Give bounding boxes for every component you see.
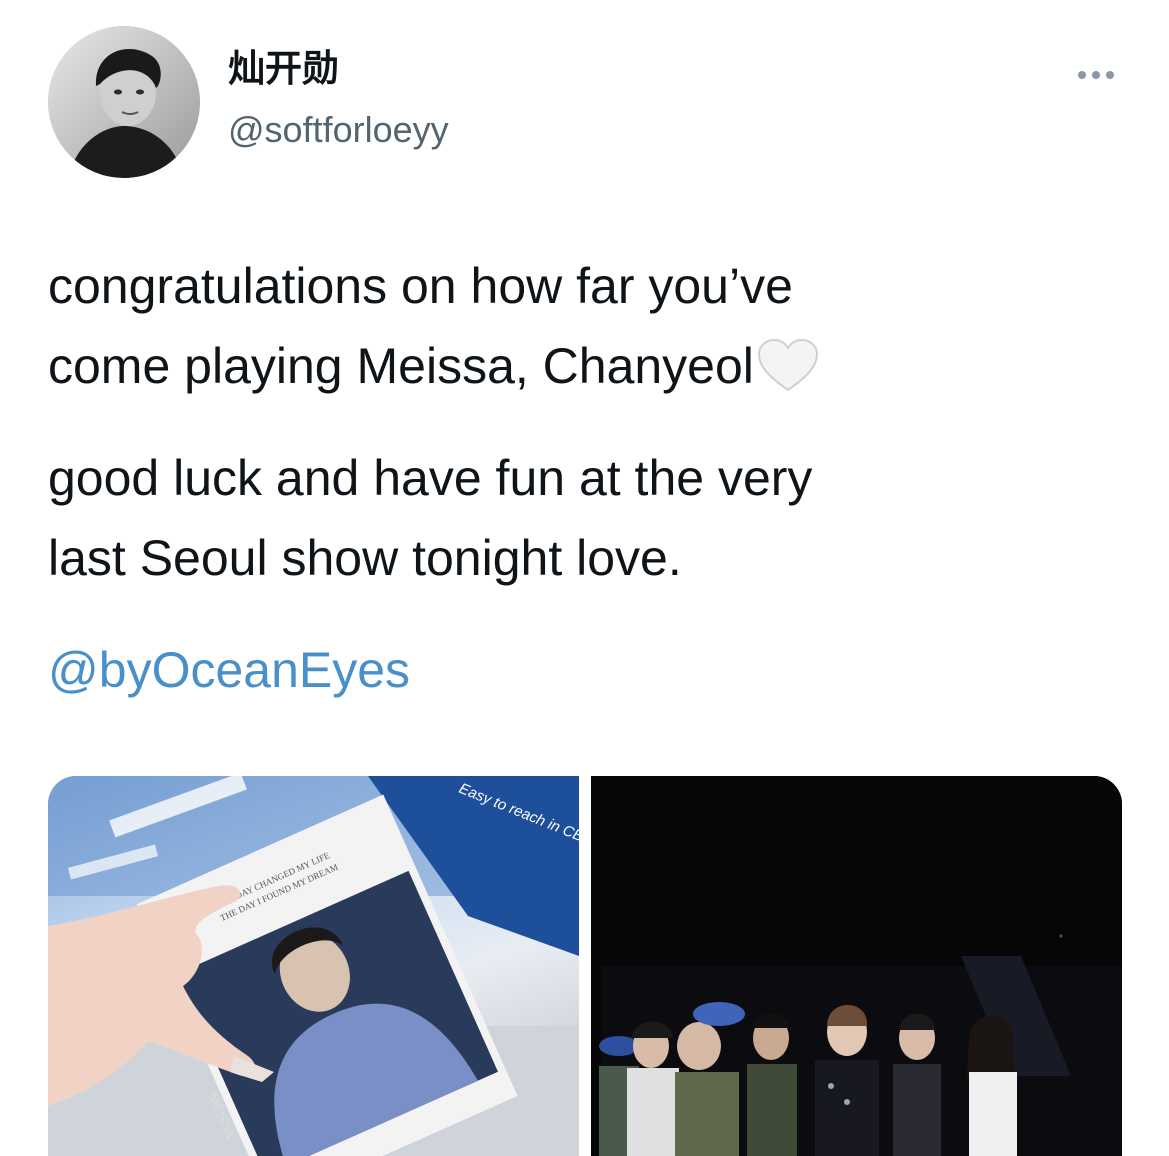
- tweet-line: come playing Meissa, Chanyeol: [48, 338, 754, 394]
- avatar-photo: [48, 26, 200, 178]
- tweet-paragraph-2: good luck and have fun at the very last …: [48, 438, 1108, 598]
- media-grid: Easy to reach in CBD THE DAY CHANGED MY …: [48, 776, 1122, 1156]
- tweet-line: last Seoul show tonight love.: [48, 530, 682, 586]
- more-horizontal-icon-dot: [1106, 71, 1114, 79]
- more-options-button[interactable]: [1066, 60, 1126, 90]
- photo-2-image: [591, 776, 1122, 1156]
- author-handle[interactable]: @softforloeyy: [228, 112, 449, 148]
- tweet-paragraph-1: congratulations on how far you’ve come p…: [48, 246, 1108, 406]
- white-heart-icon: [757, 338, 818, 392]
- author-display-name[interactable]: 灿开勋: [228, 50, 339, 87]
- photo-1-image: Easy to reach in CBD THE DAY CHANGED MY …: [48, 776, 579, 1156]
- tweet-line-with-emoji: come playing Meissa, Chanyeol: [48, 326, 1108, 406]
- more-horizontal-icon-dot: [1092, 71, 1100, 79]
- tweet-line: congratulations on how far you’ve: [48, 258, 793, 314]
- tweet-line: good luck and have fun at the very: [48, 450, 813, 506]
- mention-link[interactable]: @byOceanEyes: [48, 630, 410, 710]
- photo-1[interactable]: Easy to reach in CBD THE DAY CHANGED MY …: [48, 776, 579, 1156]
- more-horizontal-icon: [1078, 71, 1086, 79]
- photo-2[interactable]: [591, 776, 1122, 1156]
- avatar[interactable]: [48, 26, 200, 178]
